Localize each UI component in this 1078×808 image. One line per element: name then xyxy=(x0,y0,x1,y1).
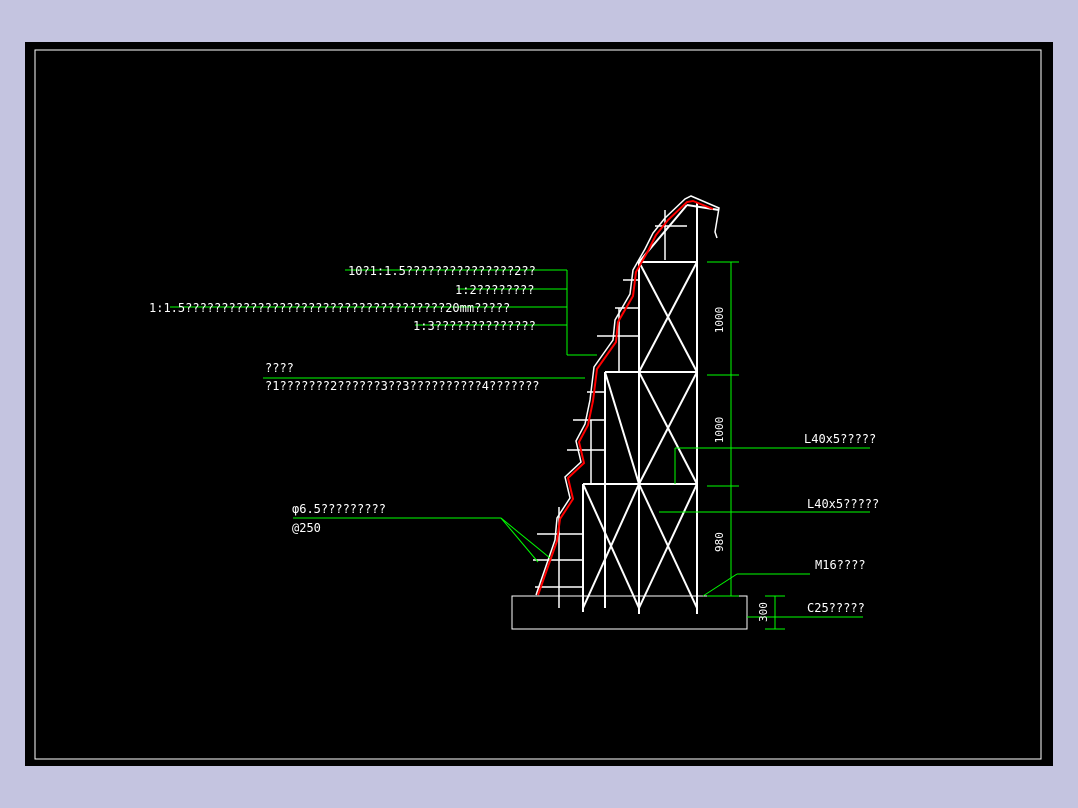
drawing-area: 10?1:1.5???????????????2?? 1:2???????? 1… xyxy=(25,42,1053,766)
foundation-label: C25????? xyxy=(807,601,865,615)
rebar-spec-label: φ6.5????????? xyxy=(292,502,386,516)
foundation-slab xyxy=(511,595,748,630)
dimension-middle: 1000 xyxy=(713,417,726,444)
cad-section-drawing: 10?1:1.5???????????????2?? 1:2???????? 1… xyxy=(34,49,1042,760)
surface-layer xyxy=(537,199,714,596)
anchor-bolts xyxy=(582,602,698,614)
angle-steel-label-2: L40x5????? xyxy=(807,497,879,511)
layer-1-label: 10?1:1.5???????????????2?? xyxy=(348,264,536,278)
rebar-spacing-label: @250 xyxy=(292,521,321,535)
dimension-upper: 1000 xyxy=(713,307,726,334)
layer-4-label: 1:3?????????????? xyxy=(413,319,536,333)
dimension-foundation: 300 xyxy=(757,602,770,622)
dimension-lower: 980 xyxy=(713,532,726,552)
drawing-border xyxy=(34,49,1042,760)
structure-detail-label: ?1???????2??????3??3??????????4??????? xyxy=(265,379,540,393)
angle-steel-label-1: L40x5????? xyxy=(804,432,876,446)
rock-outline xyxy=(535,195,720,596)
anchor-bolt-label: M16???? xyxy=(815,558,866,572)
layer-2-label: 1:2???????? xyxy=(455,283,534,297)
structure-title-label: ???? xyxy=(265,361,294,375)
steel-frame xyxy=(582,202,720,609)
layer-3-label: 1:1.5???????????????????????????????????… xyxy=(149,301,510,315)
